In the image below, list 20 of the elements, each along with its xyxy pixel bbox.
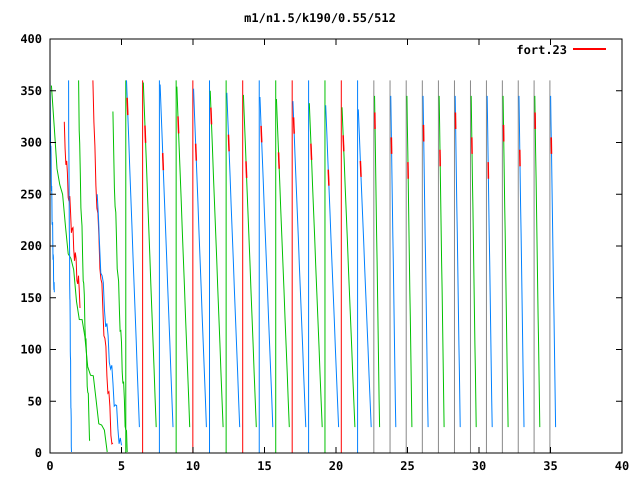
y-tick-label: 50 xyxy=(28,394,42,408)
x-tick-label: 15 xyxy=(257,459,272,473)
y-tick-label: 150 xyxy=(20,290,42,305)
chart-title: m1/n1.5/k190/0.55/512 xyxy=(244,11,396,25)
y-tick-label: 400 xyxy=(20,32,42,46)
x-tick-label: 25 xyxy=(400,459,415,473)
x-tick-label: 40 xyxy=(614,459,630,473)
x-tick-label: 30 xyxy=(472,459,486,473)
x-tick-label: 35 xyxy=(543,459,558,473)
x-tick-label: 20 xyxy=(328,459,344,473)
x-tick-label: 0 xyxy=(46,459,54,473)
x-tick-label: 5 xyxy=(118,459,126,473)
y-tick-label: 350 xyxy=(20,84,42,98)
x-tick-label: 10 xyxy=(186,459,200,473)
y-tick-label: 200 xyxy=(20,239,42,253)
y-tick-label: 0 xyxy=(34,446,42,460)
legend-label: fort.23 xyxy=(516,43,567,57)
y-tick-label: 100 xyxy=(20,342,42,356)
y-tick-label: 300 xyxy=(20,136,42,150)
y-tick-label: 250 xyxy=(20,187,42,202)
